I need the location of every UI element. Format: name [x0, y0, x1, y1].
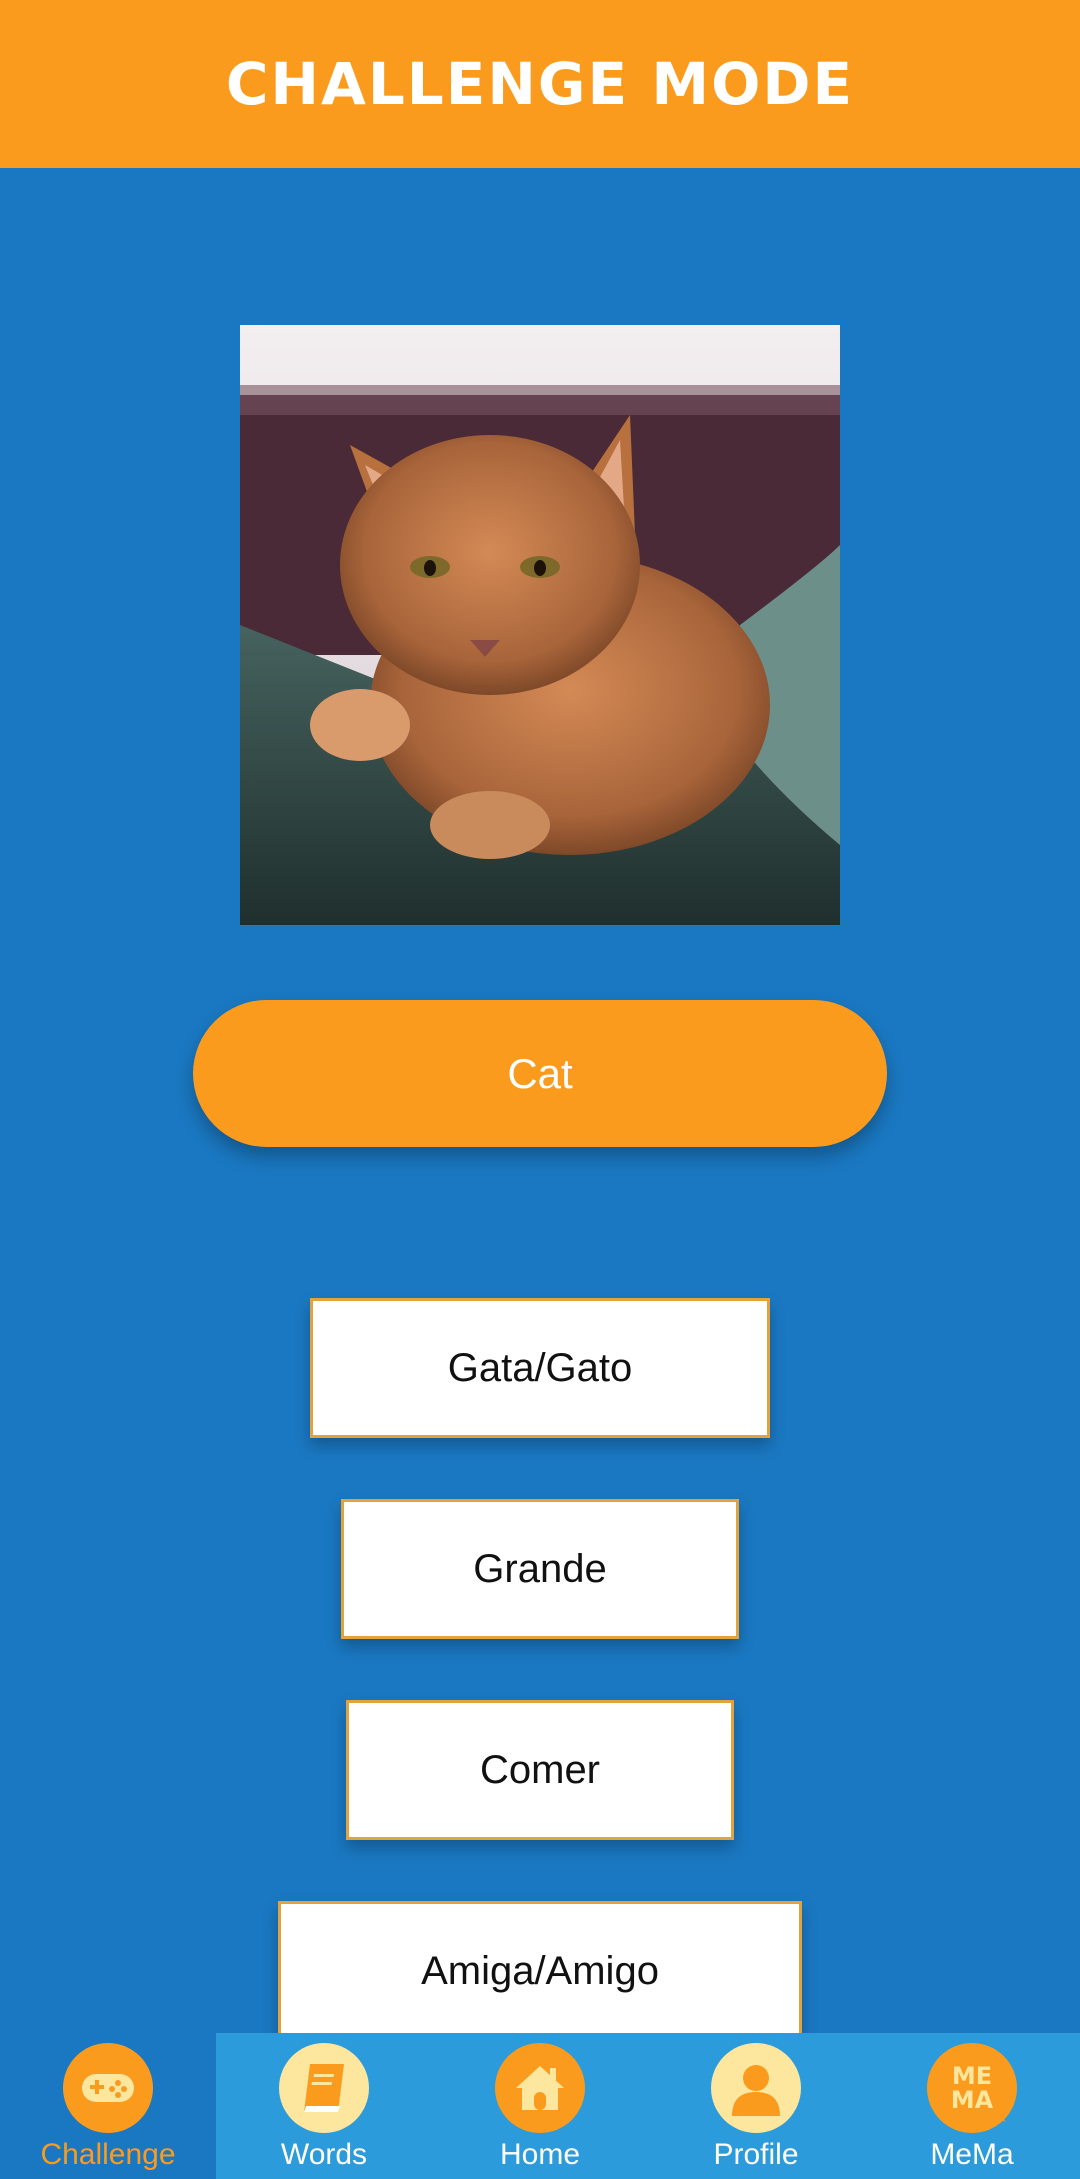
nav-label-words: Words — [280, 2138, 368, 2171]
app-header: CHALLENGE MODE — [0, 0, 1080, 168]
mema-logo-icon: ME MA — [927, 2043, 1017, 2133]
answer-option-4[interactable]: Amiga/Amigo — [278, 1901, 802, 2041]
nav-label-challenge: Challenge — [40, 2138, 176, 2171]
answer-option-1[interactable]: Gata/Gato — [310, 1298, 770, 1438]
target-word-pill: Cat — [193, 1000, 887, 1147]
gamepad-icon — [63, 2043, 153, 2133]
answer-option-3[interactable]: Comer — [346, 1700, 734, 1840]
answer-option-label: Grande — [473, 1546, 607, 1591]
nav-item-words[interactable]: Words — [216, 2033, 432, 2179]
book-icon — [279, 2043, 369, 2133]
nav-item-home[interactable]: Home — [432, 2033, 648, 2179]
nav-label-home: Home — [499, 2138, 581, 2171]
answer-option-label: Gata/Gato — [447, 1345, 633, 1390]
nav-item-mema[interactable]: ME MA MeMa — [864, 2033, 1080, 2179]
target-word: Cat — [507, 1049, 573, 1097]
answer-option-2[interactable]: Grande — [341, 1499, 739, 1639]
house-icon — [495, 2043, 585, 2133]
answer-option-label: Amiga/Amigo — [421, 1948, 659, 1993]
person-icon — [711, 2043, 801, 2133]
page-title: CHALLENGE MODE — [225, 50, 855, 118]
nav-item-challenge[interactable]: Challenge — [0, 2033, 216, 2179]
nav-label-profile: Profile — [713, 2138, 799, 2171]
svg-text:MA: MA — [951, 2086, 994, 2114]
answer-option-label: Comer — [479, 1747, 601, 1792]
bottom-nav: Challenge Words Home Profile ME MA MeMa — [0, 2033, 1080, 2179]
nav-label-mema: MeMa — [930, 2138, 1014, 2171]
cat-photo — [240, 325, 840, 925]
nav-item-profile[interactable]: Profile — [648, 2033, 864, 2179]
